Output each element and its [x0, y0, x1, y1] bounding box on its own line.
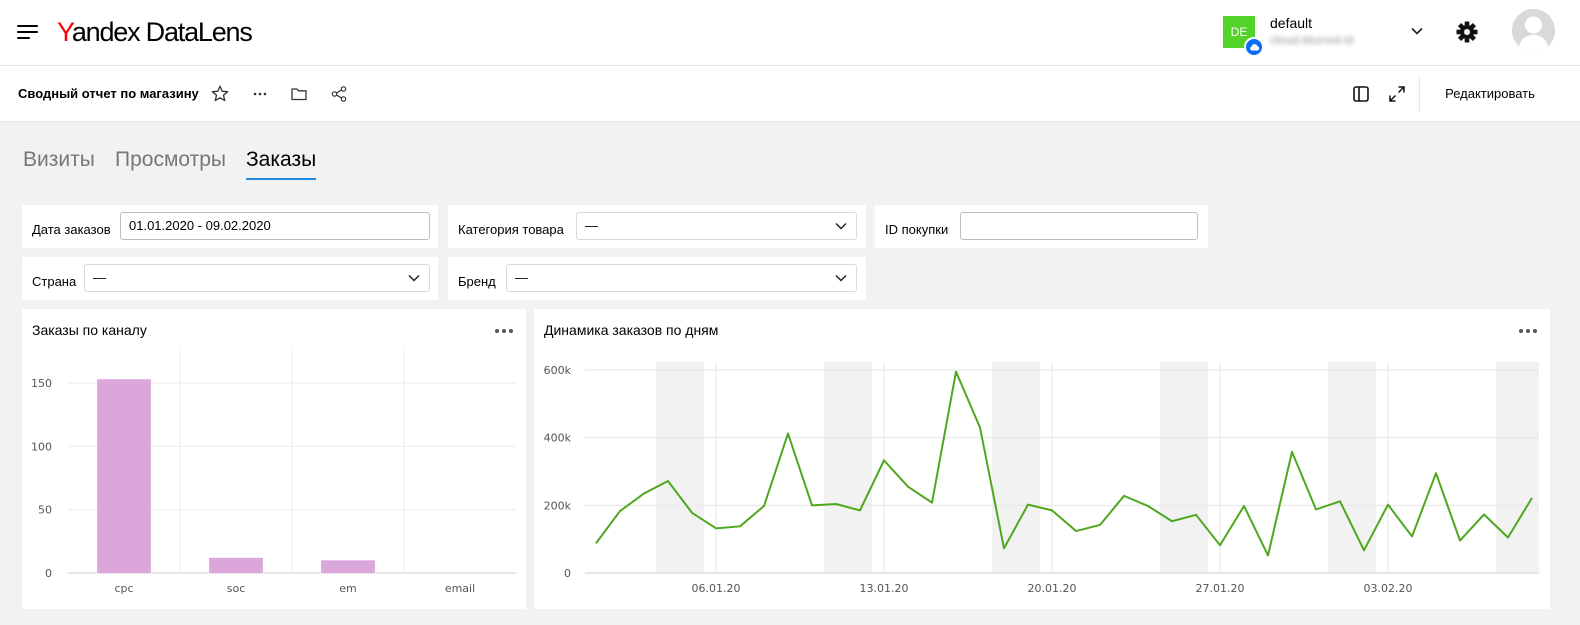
tab-orders[interactable]: Заказы [246, 148, 316, 172]
widget-orders-by-channel: Заказы по каналу 0 50 100 150 cpc soc em email [22, 309, 526, 609]
x-tick-label: 27.01.20 [1196, 582, 1245, 595]
filter-label: Бренд [458, 274, 496, 289]
chevron-down-icon [1411, 27, 1423, 35]
user-icon [1512, 9, 1555, 52]
star-icon[interactable] [210, 84, 230, 104]
x-tick-label: soc [227, 582, 246, 595]
divider [1419, 76, 1420, 112]
filter-label: ID покупки [885, 222, 949, 237]
weekend-band [824, 362, 872, 573]
filter-brand: Бренд — [448, 257, 866, 300]
purchase-id-input[interactable] [960, 212, 1198, 240]
y-tick-label: 0 [564, 567, 571, 580]
y-tick-label: 0 [45, 567, 52, 580]
widget-orders-by-day: Динамика заказов по дням 0 200k 400k 600k 06… [534, 309, 1550, 609]
x-tick-label: 13.01.20 [860, 582, 909, 595]
series-line [595, 370, 1533, 557]
x-tick-label: cpc [114, 582, 133, 595]
category-select[interactable]: — [576, 212, 857, 240]
cloud-subtitle: cloud-blurred-id [1270, 33, 1354, 47]
cloud-selector[interactable]: DE default cloud-blurred-id [1223, 14, 1433, 57]
line-chart: 0 200k 400k 600k 06.01.20 13.01.20 20.01.20 27.… [544, 362, 1539, 595]
folder-icon[interactable] [289, 84, 309, 104]
chevron-down-icon [408, 274, 420, 282]
top-header: Yandex DataLens DE default cloud-blurred… [0, 0, 1580, 66]
filter-category: Категория товара — [448, 205, 866, 248]
bar [321, 560, 375, 573]
bar-chart: 0 50 100 150 cpc soc em email [31, 350, 516, 595]
logo[interactable]: Yandex DataLens [57, 16, 253, 48]
cloud-name: default [1270, 15, 1313, 31]
y-tick-label: 50 [38, 504, 52, 517]
filter-label: Категория товара [458, 222, 564, 237]
fullscreen-icon[interactable] [1387, 84, 1407, 104]
cloud-icon [1244, 37, 1264, 57]
share-icon[interactable] [329, 84, 349, 104]
filter-purchase-id: ID покупки [875, 205, 1208, 248]
menu-icon[interactable] [17, 24, 38, 40]
chevron-down-icon [835, 222, 847, 230]
filter-label: Страна [32, 274, 77, 289]
bar [97, 379, 151, 573]
y-tick-label: 600k [544, 364, 572, 377]
bar [209, 557, 263, 573]
x-tick-label: em [339, 582, 356, 595]
weekend-band [992, 362, 1040, 573]
y-tick-label: 200k [544, 499, 572, 512]
more-icon[interactable] [250, 84, 270, 104]
gear-icon[interactable] [1455, 20, 1479, 44]
y-tick-label: 400k [544, 432, 572, 445]
country-select[interactable]: — [84, 264, 430, 292]
y-tick-label: 100 [31, 440, 52, 453]
chevron-down-icon [835, 274, 847, 282]
x-tick-label: 03.02.20 [1364, 582, 1413, 595]
filter-order-date: Дата заказов 01.01.2020 - 09.02.2020 [22, 205, 438, 248]
x-tick-label: 20.01.20 [1028, 582, 1077, 595]
active-tab-indicator [246, 178, 316, 180]
avatar[interactable] [1512, 9, 1555, 52]
tab-views[interactable]: Просмотры [115, 148, 226, 172]
y-tick-label: 150 [31, 377, 52, 390]
filter-label: Дата заказов [32, 222, 111, 237]
filter-country: Страна — [22, 257, 438, 300]
tab-visits[interactable]: Визиты [23, 148, 95, 172]
dashboard-toolbar: Сводный отчет по магазину Редактировать [0, 66, 1580, 122]
weekend-band [1496, 362, 1539, 573]
date-range-input[interactable]: 01.01.2020 - 09.02.2020 [120, 212, 430, 240]
weekend-band [656, 362, 704, 573]
dashboard-title: Сводный отчет по магазину [18, 86, 199, 101]
weekend-band [1160, 362, 1208, 573]
brand-select[interactable]: — [506, 264, 857, 292]
x-tick-label: 06.01.20 [692, 582, 741, 595]
table-of-contents-icon[interactable] [1351, 84, 1371, 104]
x-tick-label: email [445, 582, 475, 595]
edit-button[interactable]: Редактировать [1430, 76, 1550, 112]
